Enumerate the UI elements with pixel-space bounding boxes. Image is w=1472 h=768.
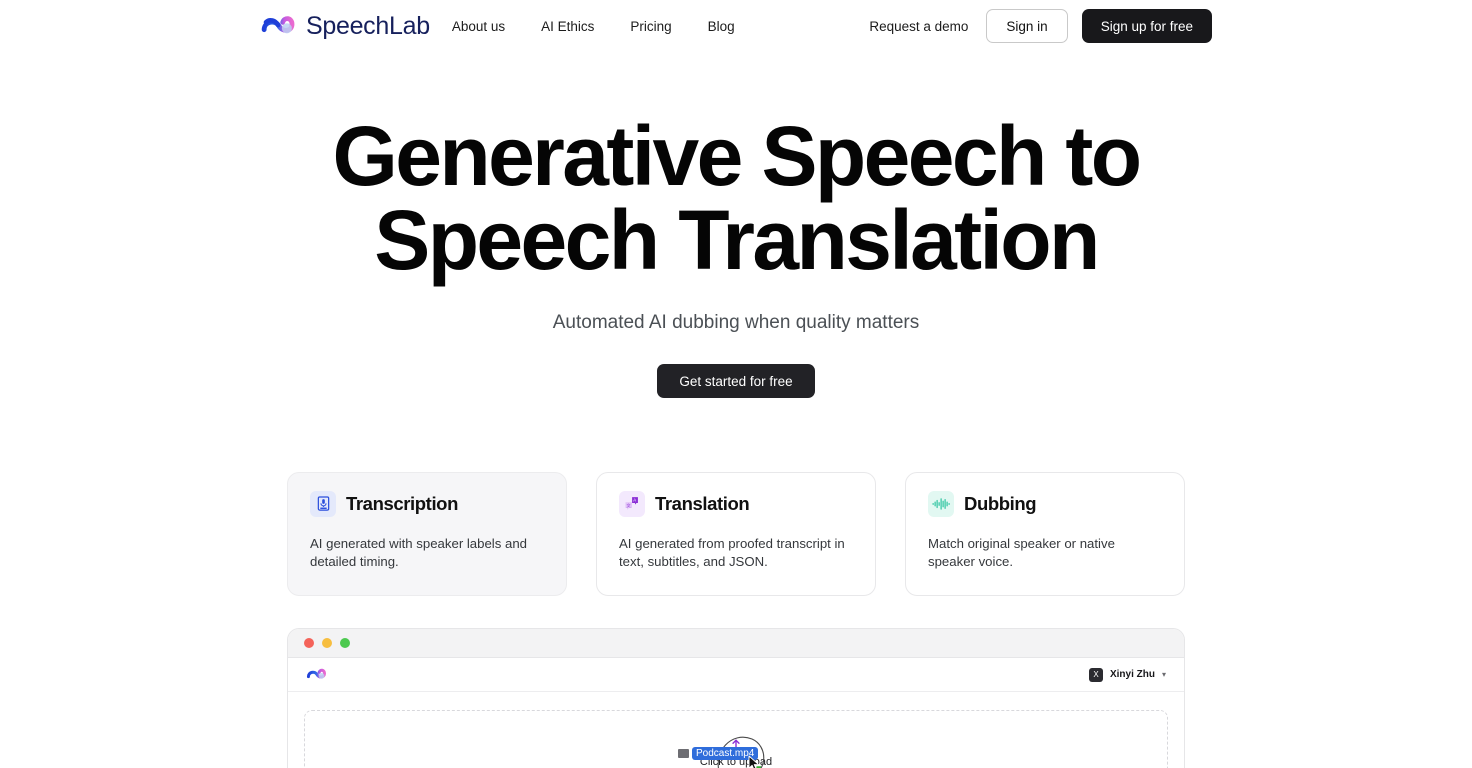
nav-link-blog[interactable]: Blog bbox=[708, 19, 735, 34]
hero-subtitle: Automated AI dubbing when quality matter… bbox=[552, 312, 920, 333]
feature-card-translation[interactable]: A 文 Translation AI generated from proofe… bbox=[596, 472, 876, 596]
brand-name: SpeechLab bbox=[306, 11, 430, 40]
video-file-icon bbox=[678, 749, 689, 758]
nav-link-about-us[interactable]: About us bbox=[452, 19, 505, 34]
card-header: Transcription bbox=[310, 491, 544, 517]
window-maximize-dot[interactable] bbox=[340, 638, 350, 648]
app-top-bar: X Xinyi Zhu ▾ bbox=[288, 658, 1184, 692]
card-title: Transcription bbox=[346, 493, 458, 514]
page-title-line-2: Speech Translation bbox=[374, 193, 1100, 287]
nav-actions: Request a demo Sign in Sign up for free bbox=[869, 9, 1212, 43]
card-description: Match original speaker or native speaker… bbox=[928, 536, 1115, 570]
feature-card-transcription[interactable]: Transcription AI generated with speaker … bbox=[287, 472, 567, 596]
dubbing-waveform-icon bbox=[928, 491, 954, 517]
hero-section: Generative Speech to Speech Translation … bbox=[0, 114, 1472, 398]
window-minimize-dot[interactable] bbox=[322, 638, 332, 648]
sign-up-button[interactable]: Sign up for free bbox=[1081, 9, 1212, 43]
request-demo-link[interactable]: Request a demo bbox=[869, 19, 968, 34]
window-title-bar bbox=[288, 629, 1184, 658]
window-close-dot[interactable] bbox=[304, 638, 314, 648]
svg-text:A: A bbox=[633, 498, 636, 503]
speechlab-infinity-logo-icon[interactable] bbox=[306, 667, 328, 682]
feature-cards: Transcription AI generated with speaker … bbox=[0, 472, 1472, 596]
card-header: Dubbing bbox=[928, 491, 1162, 517]
card-header: A 文 Translation bbox=[619, 491, 853, 517]
cursor-arrow-icon bbox=[748, 755, 761, 768]
card-title: Dubbing bbox=[964, 493, 1037, 514]
user-name: Xinyi Zhu bbox=[1109, 669, 1155, 680]
app-content: Click to upload Podcast.mp4 bbox=[288, 692, 1184, 768]
svg-text:文: 文 bbox=[627, 502, 631, 508]
card-description: AI generated from proofed transcript in … bbox=[619, 536, 845, 570]
file-dropzone[interactable]: Click to upload Podcast.mp4 bbox=[304, 710, 1168, 768]
translation-speech-bubbles-icon: A 文 bbox=[619, 491, 645, 517]
nav-links: About us AI Ethics Pricing Blog bbox=[452, 19, 735, 34]
nav-link-pricing[interactable]: Pricing bbox=[630, 19, 671, 34]
dragged-file-chip: Podcast.mp4 bbox=[678, 747, 759, 760]
page-title-line-1: Generative Speech to bbox=[332, 109, 1143, 203]
card-title: Translation bbox=[655, 493, 750, 514]
avatar: X bbox=[1088, 667, 1103, 682]
sign-in-button[interactable]: Sign in bbox=[986, 9, 1068, 43]
speechlab-infinity-logo-icon bbox=[261, 16, 295, 34]
top-navigation-bar: SpeechLab About us AI Ethics Pricing Blo… bbox=[0, 0, 1472, 52]
app-preview-window: X Xinyi Zhu ▾ Click to upload Podcast.mp… bbox=[287, 628, 1185, 768]
transcription-document-mic-icon bbox=[310, 491, 336, 517]
brand-logo-link[interactable]: SpeechLab bbox=[260, 12, 430, 41]
feature-card-dubbing[interactable]: Dubbing Match original speaker or native… bbox=[905, 472, 1185, 596]
get-started-button[interactable]: Get started for free bbox=[657, 364, 815, 398]
user-menu[interactable]: X Xinyi Zhu ▾ bbox=[1088, 667, 1166, 682]
nav-link-ai-ethics[interactable]: AI Ethics bbox=[541, 19, 594, 34]
card-description: AI generated with speaker labels and det… bbox=[310, 536, 528, 570]
chevron-down-icon: ▾ bbox=[1161, 670, 1166, 679]
page-title: Generative Speech to Speech Translation bbox=[0, 114, 1472, 282]
